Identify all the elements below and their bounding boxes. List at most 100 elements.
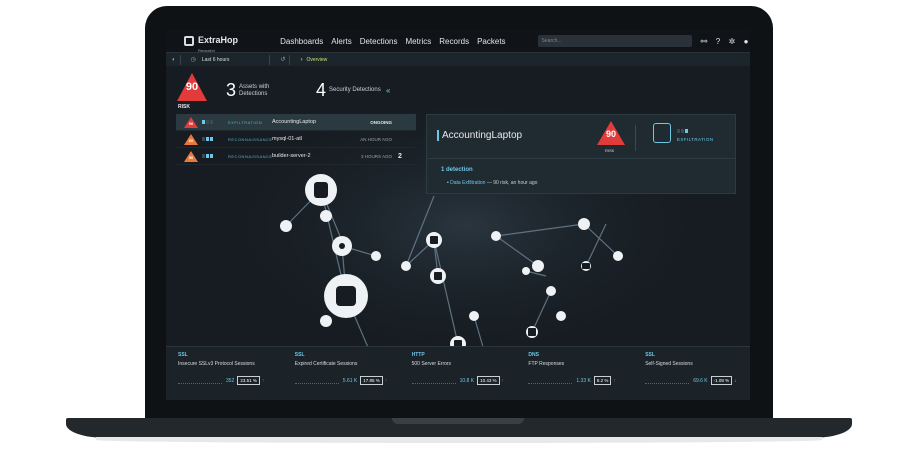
time-bar: ◐ ◷ Last 6 hours ↺ › Overview (166, 52, 750, 66)
nav-dashboards[interactable]: Dashboards (280, 37, 323, 46)
metric-value: 69.6 K (693, 377, 708, 384)
metric-change: -1.08 % (710, 376, 733, 385)
panel-device-name[interactable]: AccountingLaptop (437, 130, 522, 141)
sparkline (528, 378, 573, 384)
metric-card[interactable]: DNS FTP Responses 1.33 K 8.2 % ↑ (516, 347, 633, 400)
logo-icon (184, 36, 194, 46)
assets-label: Assets with Detections (239, 83, 270, 97)
metric-card[interactable]: SSL Self-Signed Sessions 69.6 K -1.08 % … (633, 347, 750, 400)
detection-row[interactable]: 60 RECONNAISSANCE mysql-01-atl AN HOUR A… (176, 131, 416, 148)
laptop-frame: ExtraHop Reveal(x) Dashboards Alerts Det… (0, 0, 918, 456)
metric-value: 352 (226, 377, 235, 384)
nav-packets[interactable]: Packets (477, 37, 505, 46)
clock-icon: ◷ (190, 57, 196, 63)
sparkline (178, 378, 222, 384)
detection-device[interactable]: builder-server-2 (272, 153, 344, 159)
arrow-up-icon: ↑ (384, 377, 388, 384)
metric-card[interactable]: HTTP 500 Server Errors 10.8 K 10.43 % ↑ (400, 347, 517, 400)
top-icons: ⚯ ? ✲ ● (700, 37, 750, 46)
arrow-up-icon: ↑ (261, 377, 265, 384)
severity-bars (202, 137, 224, 141)
metric-name: Self-Signed Sessions (645, 361, 693, 367)
detection-time: AN HOUR AGO (360, 136, 392, 142)
metric-card[interactable]: SSL Expired Certificate Sessions 5.61 K … (283, 347, 400, 400)
panel-risk-label: RISK (605, 148, 615, 153)
detection-row[interactable]: 50 RECONNAISSANCE builder-server-2 3 HOU… (176, 148, 416, 165)
lock-icon (653, 123, 671, 143)
panel-risk-score: 90 (605, 129, 616, 139)
divider (635, 125, 636, 151)
detection-category: RECONNAISSANCE (228, 153, 273, 159)
arrow-down-icon: ↓ (734, 377, 737, 384)
detection-device[interactable]: AccountingLaptop (272, 119, 344, 125)
sparkline (411, 378, 456, 384)
detection-list: 90 EXFILTRATION AccountingLaptop ONGOING… (176, 114, 416, 165)
app-screen: ExtraHop Reveal(x) Dashboards Alerts Det… (166, 30, 750, 400)
laptop-shadow (96, 437, 822, 443)
severity-bars (202, 154, 224, 158)
detection-link[interactable]: Data Exfiltration (450, 180, 485, 186)
collapse-icon[interactable]: « (386, 86, 390, 95)
assets-stat[interactable]: 3 Assets with Detections (226, 80, 299, 101)
metric-name: 500 Server Errors (411, 361, 452, 367)
metric-name: Insecure SSLv3 Protocol Sessions (178, 361, 255, 367)
security-stat[interactable]: 4 Security Detections (316, 80, 389, 101)
device-detail-panel: AccountingLaptop 90 RISK EXFILTRATION 1 … (426, 114, 736, 194)
detection-category: EXFILTRATION (228, 119, 263, 125)
risk-triangle-icon: 50 (184, 150, 198, 162)
metric-value: 10.8 K (459, 377, 475, 384)
network-icon[interactable]: ⚯ (700, 37, 708, 46)
gear-icon[interactable]: ✲ (728, 37, 736, 46)
risk-score: 90 (185, 81, 199, 93)
divider (289, 54, 291, 65)
undo-icon[interactable]: ↺ (280, 56, 285, 63)
metric-card[interactable]: SSL Insecure SSLv3 Protocol Sessions 352… (166, 347, 283, 400)
metric-value: 1.33 K (576, 377, 591, 384)
metric-protocol: SSL (645, 352, 655, 358)
risk-label: RISK (178, 104, 190, 110)
laptop-notch (392, 418, 524, 424)
metric-value: 5.61 K (342, 377, 358, 384)
detection-risk: 60 (188, 137, 194, 143)
time-range-selector[interactable]: Last 6 hours (202, 57, 230, 63)
detection-risk: 90 (188, 120, 194, 126)
detection-device[interactable]: mysql-01-atl (272, 136, 344, 142)
detection-category: RECONNAISSANCE (228, 136, 273, 142)
metric-name: Expired Certificate Sessions (294, 361, 358, 367)
severity-bars (202, 120, 224, 124)
detection-entry: • Data Exfiltration — 90 risk, an hour a… (447, 180, 538, 186)
search-input[interactable]: Search... (537, 35, 692, 47)
sparkline (294, 378, 339, 384)
metric-change: 10.43 % (477, 376, 500, 385)
help-icon[interactable]: ? (714, 37, 722, 46)
metric-change: 23.51 % (237, 376, 260, 385)
security-count: 4 (316, 80, 327, 100)
metric-protocol: DNS (528, 352, 539, 358)
breadcrumb-overview[interactable]: Overview (306, 57, 327, 63)
nav-metrics[interactable]: Metrics (406, 37, 432, 46)
severity-bars (677, 129, 688, 133)
assets-count: 3 (226, 80, 237, 100)
logo[interactable]: ExtraHop Reveal(x) (184, 30, 262, 53)
divider (269, 54, 271, 65)
detection-time: ONGOING (370, 119, 392, 125)
user-icon[interactable]: ● (742, 37, 750, 46)
nav-alerts[interactable]: Alerts (331, 37, 351, 46)
arrow-up-icon: ↑ (613, 377, 616, 384)
metric-change: 17.85 % (360, 376, 383, 385)
detection-risk: 50 (188, 154, 194, 160)
risk-triangle-icon: 90 (184, 116, 198, 128)
chevron-right-icon: › (300, 56, 303, 63)
metric-protocol: SSL (178, 352, 188, 358)
detection-row[interactable]: 90 EXFILTRATION AccountingLaptop ONGOING (176, 114, 416, 131)
risk-triangle-icon: 60 (184, 133, 198, 145)
nav-detections[interactable]: Detections (360, 37, 398, 46)
detection-detail: — 90 risk, an hour ago (485, 180, 538, 186)
metric-protocol: HTTP (411, 352, 425, 358)
nav-records[interactable]: Records (439, 37, 469, 46)
detection-time: 3 HOURS AGO (360, 153, 392, 159)
detection-extra: 2 (398, 152, 402, 160)
logo-text: ExtraHop (198, 34, 239, 45)
sidebar-toggle-icon[interactable]: ◐ (172, 57, 176, 63)
panel-header: AccountingLaptop 90 RISK EXFILTRATION (427, 115, 735, 159)
